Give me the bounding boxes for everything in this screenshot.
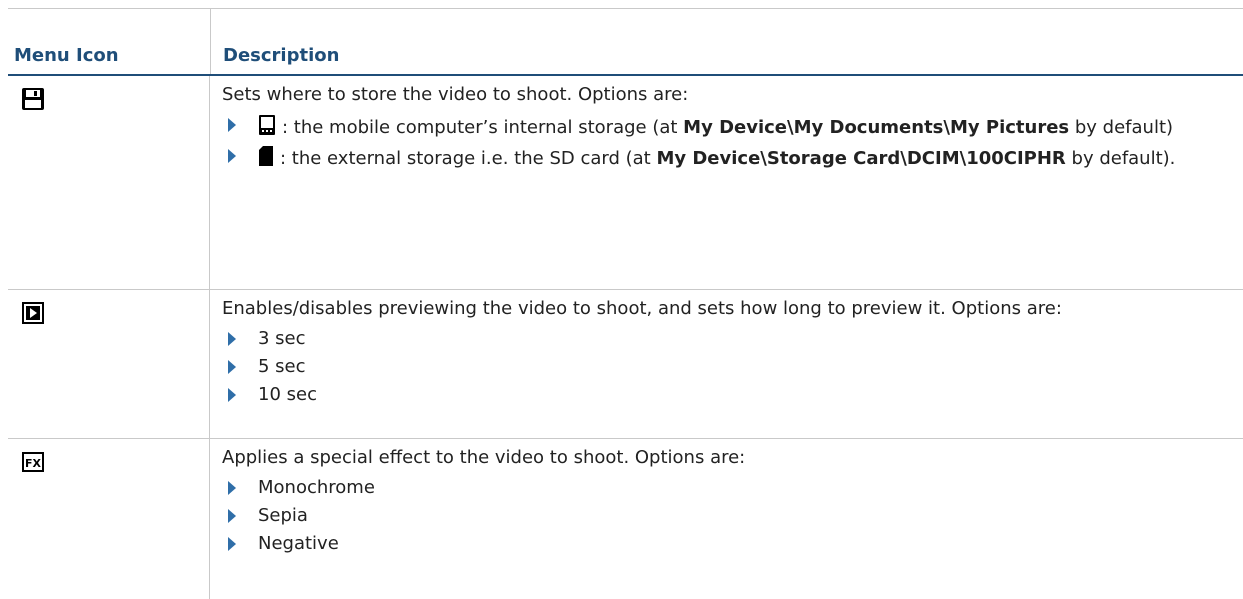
option-text: Monochrome (258, 477, 375, 498)
bullet-arrow-icon (228, 360, 236, 374)
bullet-arrow-icon (228, 332, 236, 346)
list-item: : the external storage i.e. the SD card … (222, 145, 1213, 170)
bullet-arrow-icon (228, 481, 236, 495)
row-description: Enables/disables previewing the video to… (222, 298, 1062, 319)
table-header: Menu Icon Description (8, 9, 1243, 76)
list-item: Negative (222, 533, 1213, 555)
bullet-arrow-icon (228, 149, 236, 163)
svg-text:FX: FX (25, 457, 42, 470)
list-item: Sepia (222, 505, 1213, 527)
option-path: My Device\Storage Card\DCIM\100CIPHR (656, 148, 1066, 169)
table-row: Sets where to store the video to shoot. … (8, 76, 1243, 290)
option-suffix: by default). (1065, 148, 1176, 169)
list-item: 3 sec (222, 328, 1213, 350)
option-text: : the external storage i.e. the SD card … (280, 148, 657, 169)
sd-card-icon (259, 146, 273, 166)
description-cell: Enables/disables previewing the video to… (210, 290, 1243, 438)
list-item: 5 sec (222, 356, 1213, 378)
save-floppy-icon (22, 88, 44, 110)
option-text: 3 sec (258, 328, 306, 349)
table-row: Enables/disables previewing the video to… (8, 290, 1243, 439)
header-description: Description (210, 9, 1243, 74)
icon-cell: FX (8, 439, 210, 599)
option-text: 10 sec (258, 384, 317, 405)
list-item: Monochrome (222, 477, 1213, 499)
option-text: Negative (258, 533, 339, 554)
menu-icon-table: Menu Icon Description Sets where to stor… (8, 8, 1243, 599)
list-item: 10 sec (222, 384, 1213, 406)
bullet-arrow-icon (228, 388, 236, 402)
row-description: Applies a special effect to the video to… (222, 447, 746, 468)
fx-effect-icon: FX (22, 452, 44, 472)
option-text: 5 sec (258, 356, 306, 377)
bullet-arrow-icon (228, 537, 236, 551)
table-row: FX Applies a special effect to the video… (8, 439, 1243, 599)
icon-cell (8, 76, 210, 289)
bullet-arrow-icon (228, 118, 236, 132)
row-description: Sets where to store the video to shoot. … (222, 84, 689, 105)
description-cell: Applies a special effect to the video to… (210, 439, 1243, 599)
option-suffix: by default) (1069, 117, 1174, 138)
icon-cell (8, 290, 210, 438)
description-cell: Sets where to store the video to shoot. … (210, 76, 1243, 289)
option-path: My Device\My Documents\My Pictures (683, 117, 1070, 138)
header-menu-icon: Menu Icon (14, 45, 119, 66)
preview-play-icon (22, 302, 44, 324)
bullet-arrow-icon (228, 509, 236, 523)
option-text: Sepia (258, 505, 308, 526)
device-storage-icon (259, 115, 275, 135)
list-item: : the mobile computer’s internal storage… (222, 114, 1213, 139)
option-text: : the mobile computer’s internal storage… (282, 117, 684, 138)
